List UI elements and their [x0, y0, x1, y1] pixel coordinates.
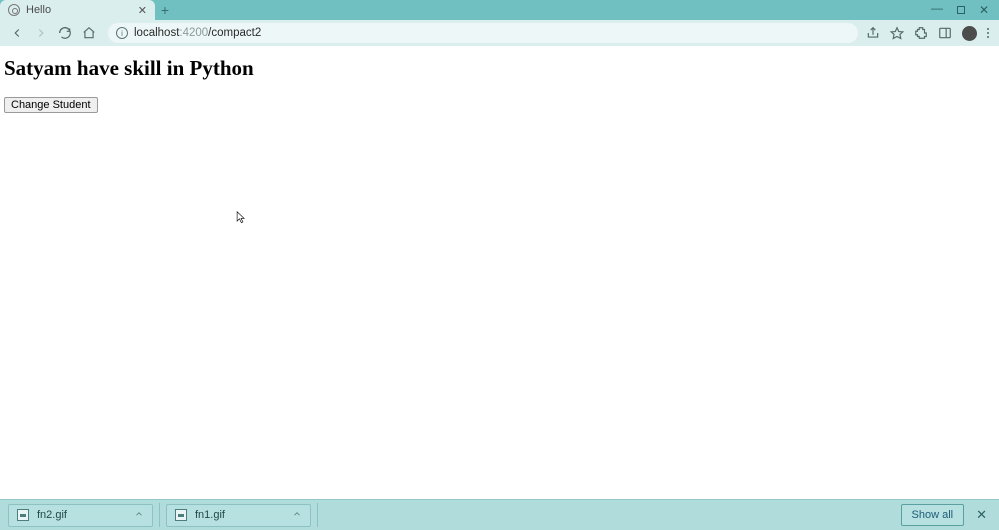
url-host: localhost	[134, 27, 179, 39]
browser-tab-strip: Hello ✕ + — ✕	[0, 0, 999, 20]
back-button[interactable]	[6, 22, 28, 44]
tab-title: Hello	[26, 4, 132, 16]
share-icon[interactable]	[866, 26, 880, 40]
download-item[interactable]: fn2.gif	[8, 504, 153, 527]
home-icon	[82, 26, 96, 40]
chevron-up-icon[interactable]	[292, 509, 302, 522]
close-tab-icon[interactable]: ✕	[138, 4, 147, 17]
profile-avatar[interactable]	[962, 26, 977, 41]
side-panel-icon[interactable]	[938, 26, 952, 40]
arrow-left-icon	[10, 26, 24, 40]
extensions-icon[interactable]	[914, 26, 928, 40]
window-controls: — ✕	[931, 0, 999, 20]
close-downloads-shelf-icon[interactable]: ✕	[972, 507, 991, 523]
forward-button	[30, 22, 52, 44]
bookmark-star-icon[interactable]	[890, 26, 904, 40]
site-info-icon[interactable]: i	[116, 27, 128, 39]
page-heading: Satyam have skill in Python	[4, 56, 995, 81]
toolbar-right-icons	[866, 26, 993, 41]
download-filename: fn2.gif	[37, 509, 126, 521]
show-all-downloads-button[interactable]: Show all	[901, 504, 965, 526]
page-viewport: Satyam have skill in Python Change Stude…	[0, 46, 999, 530]
mouse-cursor-icon	[236, 211, 246, 225]
change-student-button[interactable]: Change Student	[4, 97, 98, 113]
download-filename: fn1.gif	[195, 509, 284, 521]
home-button[interactable]	[78, 22, 100, 44]
globe-icon	[8, 4, 20, 16]
window-maximize-icon[interactable]	[957, 6, 965, 14]
url-port: :4200	[179, 27, 208, 39]
browser-menu-icon[interactable]	[987, 28, 989, 38]
arrow-right-icon	[34, 26, 48, 40]
new-tab-button[interactable]: +	[155, 0, 175, 20]
url-text: localhost:4200/compact2	[134, 27, 261, 39]
browser-toolbar: i localhost:4200/compact2	[0, 20, 999, 46]
download-item[interactable]: fn1.gif	[166, 504, 311, 527]
window-minimize-icon[interactable]: —	[931, 2, 943, 14]
browser-tab-active[interactable]: Hello ✕	[0, 0, 155, 20]
downloads-shelf: fn2.gif fn1.gif Show all ✕	[0, 499, 999, 530]
address-bar[interactable]: i localhost:4200/compact2	[108, 23, 858, 43]
reload-icon	[58, 26, 72, 40]
reload-button[interactable]	[54, 22, 76, 44]
file-icon	[17, 509, 29, 521]
file-icon	[175, 509, 187, 521]
tab-strip-spacer	[175, 0, 931, 20]
window-close-icon[interactable]: ✕	[979, 4, 989, 16]
url-path: /compact2	[208, 27, 261, 39]
separator	[159, 503, 160, 527]
chevron-up-icon[interactable]	[134, 509, 144, 522]
separator	[317, 503, 318, 527]
